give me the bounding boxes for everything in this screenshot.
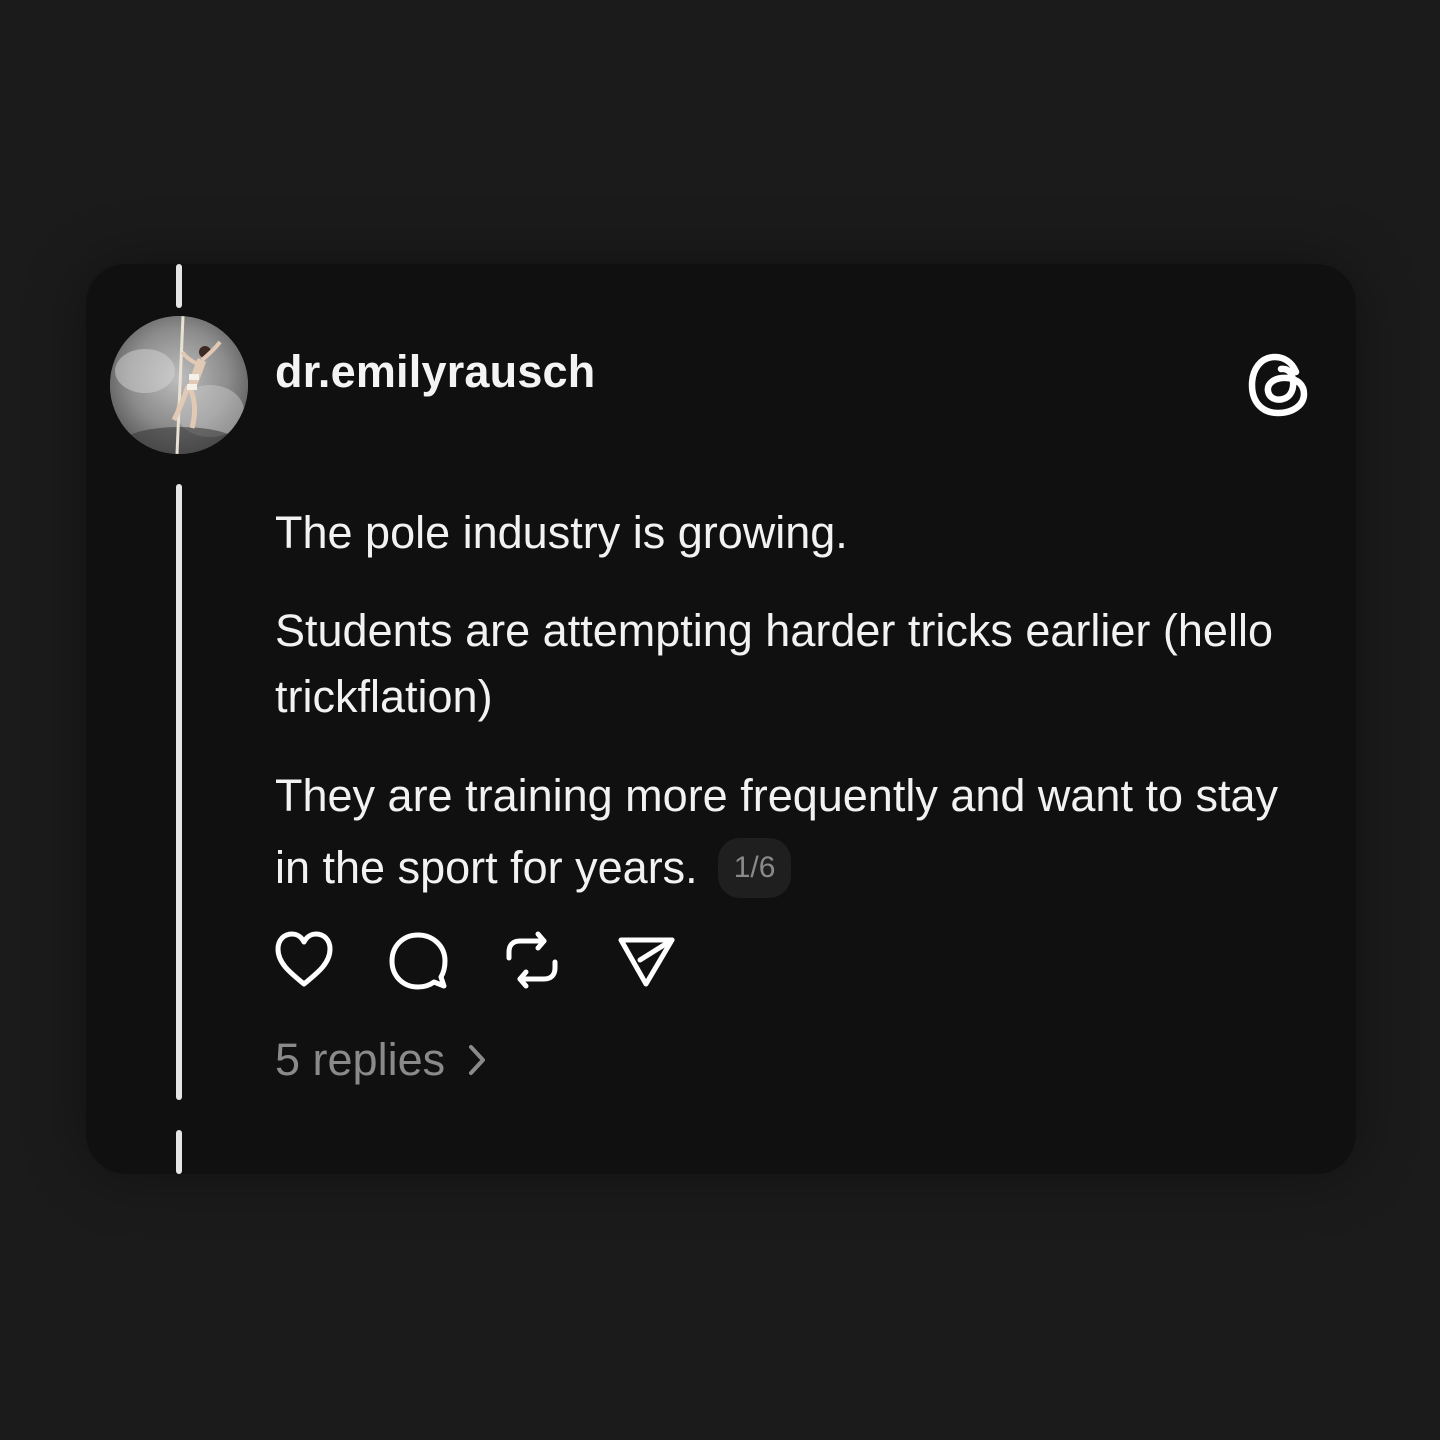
- username[interactable]: dr.emilyrausch: [275, 346, 595, 398]
- avatar[interactable]: [110, 316, 248, 454]
- replies-count: 5 replies: [275, 1034, 446, 1085]
- threads-logo-icon[interactable]: [1246, 350, 1312, 420]
- page-indicator-badge: 1/6: [717, 838, 792, 899]
- thread-line-bottom: [176, 1130, 182, 1174]
- comment-bubble-icon[interactable]: [386, 928, 450, 992]
- post-paragraph-2: Students are attempting harder tricks ea…: [275, 605, 1273, 722]
- thread-line: [176, 484, 182, 1100]
- post-paragraph-1: The pole industry is growing.: [275, 507, 848, 558]
- replies-link[interactable]: 5 replies: [275, 1034, 487, 1086]
- send-paper-plane-icon[interactable]: [614, 928, 678, 992]
- chevron-right-icon: [469, 1045, 486, 1075]
- post-paragraph-3: They are training more frequently and wa…: [275, 760, 1315, 904]
- thread-line-top: [176, 264, 182, 308]
- heart-icon[interactable]: [272, 928, 336, 992]
- repost-arrows-icon[interactable]: [500, 928, 564, 992]
